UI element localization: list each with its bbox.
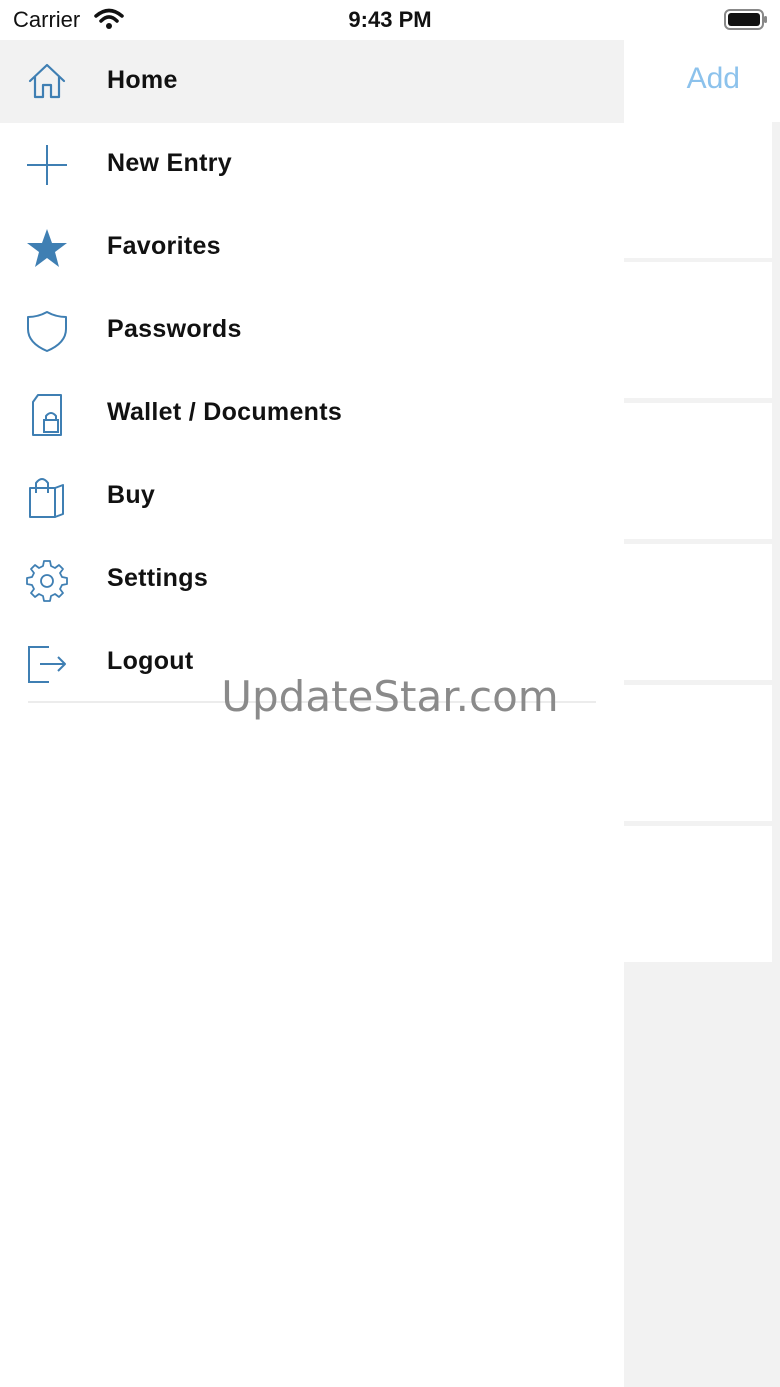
add-button[interactable]: Add	[687, 62, 740, 96]
menu-item-new-entry[interactable]: New Entry	[0, 123, 624, 206]
menu-label-passwords: Passwords	[107, 315, 242, 343]
list-item[interactable]	[624, 262, 772, 398]
menu-label-settings: Settings	[107, 564, 209, 592]
menu-item-wallet-documents[interactable]: Wallet / Documents	[0, 372, 624, 455]
home-icon	[25, 60, 69, 104]
drawer-divider	[28, 701, 596, 703]
gear-icon	[25, 558, 69, 602]
list-item[interactable]	[624, 826, 772, 962]
menu-item-logout[interactable]: Logout	[0, 621, 624, 704]
shopping-bag-icon	[25, 475, 69, 519]
menu-item-home[interactable]: Home	[0, 40, 624, 123]
side-drawer: Home New Entry Favorites Passwords Walle…	[0, 40, 624, 1387]
wallet-lock-icon	[25, 392, 69, 436]
menu-label-buy: Buy	[107, 481, 156, 509]
list-item[interactable]	[624, 685, 772, 821]
menu-item-passwords[interactable]: Passwords	[0, 289, 624, 372]
menu-item-buy[interactable]: Buy	[0, 455, 624, 538]
menu-item-settings[interactable]: Settings	[0, 538, 624, 621]
menu-label-wallet-documents: Wallet / Documents	[107, 398, 343, 426]
battery-icon	[724, 9, 768, 30]
menu-item-favorites[interactable]: Favorites	[0, 206, 624, 289]
list-item[interactable]	[624, 544, 772, 680]
menu-label-logout: Logout	[107, 647, 194, 675]
menu-label-home: Home	[107, 66, 178, 94]
menu-label-favorites: Favorites	[107, 232, 221, 260]
list-item[interactable]	[624, 403, 772, 539]
plus-icon	[25, 143, 69, 187]
shield-icon	[25, 309, 69, 353]
status-time: 9:43 PM	[348, 7, 432, 32]
status-bar: Carrier 9:43 PM	[0, 0, 780, 40]
menu-label-new-entry: New Entry	[107, 149, 232, 177]
logout-icon	[25, 641, 69, 685]
star-icon	[25, 226, 69, 270]
list-item[interactable]	[624, 122, 772, 258]
